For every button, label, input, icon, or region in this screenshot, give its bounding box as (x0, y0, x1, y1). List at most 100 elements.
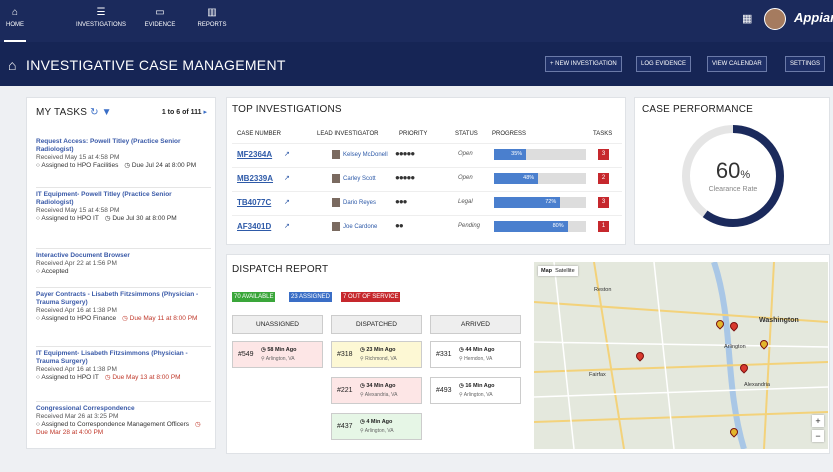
elapsed-time-text: 23 Min Ago (366, 347, 396, 353)
task-item[interactable]: Interactive Document Browser Received Apr… (36, 252, 211, 276)
nav-reports[interactable]: ▥ REPORTS (192, 0, 232, 42)
case-number-link[interactable]: MB2339A (237, 174, 273, 183)
task-assigned-text: Assigned to HPO IT (41, 215, 99, 222)
map-label: Reston (594, 287, 612, 293)
task-assigned: ○ Assigned to HPO IT (36, 215, 99, 222)
status-text: Pending (458, 223, 481, 229)
lead-investigator[interactable]: Joe Cardone (332, 222, 377, 231)
dispatch-tile[interactable]: #493 ◷ 16 Min Ago ⚲ Arlington, VA (430, 377, 521, 404)
next-page-icon[interactable]: ▸ (203, 109, 207, 116)
lead-investigator[interactable]: Kelsey McDonell (332, 150, 388, 159)
task-count-badge[interactable]: 3 (598, 149, 609, 160)
task-divider (36, 187, 211, 188)
task-count-badge[interactable]: 3 (598, 197, 609, 208)
dispatch-tile[interactable]: #549 ◷ 58 Min Ago ⚲ Arlington, VA (232, 341, 323, 368)
location-text: Arlington, VA (364, 428, 394, 434)
dispatch-tile[interactable]: #221 ◷ 34 Min Ago ⚲ Alexandria, VA (331, 377, 422, 404)
task-item[interactable]: Congressional Correspondence Received Mar… (36, 405, 211, 437)
location-text: Herndon, VA (464, 356, 493, 362)
refresh-icon[interactable]: ↻ (90, 107, 99, 118)
task-received: Received Apr 16 at 1:38 PM (36, 307, 117, 314)
external-link-icon[interactable]: ↗ (284, 174, 290, 182)
task-item[interactable]: IT Equipment- Lisabeth Fitzsimmons (Phys… (36, 350, 211, 382)
task-title[interactable]: Congressional Correspondence (36, 405, 211, 413)
lead-investigator[interactable]: Carley Scott (332, 174, 376, 183)
table-row[interactable]: MF2364A ↗ Kelsey McDonell ●●●●● Open 35% 3 (232, 143, 622, 165)
nav-home[interactable]: ⌂ HOME (4, 0, 26, 42)
task-received: Received May 15 at 4:58 PM (36, 207, 120, 214)
settings-button[interactable]: SETTINGS (785, 56, 826, 72)
lead-name: Joe Cardone (343, 224, 378, 231)
app-title: INVESTIGATIVE CASE MANAGEMENT (26, 57, 286, 73)
task-assigned: ○ Assigned to HPO Facilities (36, 162, 118, 169)
task-title[interactable]: IT Equipment- Lisabeth Fitzsimmons (Phys… (36, 350, 211, 366)
task-due-text: Due May 11 at 8:00 PM (129, 315, 198, 322)
external-link-icon[interactable]: ↗ (284, 198, 290, 206)
column-header: CASE NUMBER (237, 131, 282, 137)
nav-investigations[interactable]: ☰ INVESTIGATIONS (68, 0, 134, 42)
task-due-text: Due Mar 28 at 4:00 PM (36, 429, 104, 436)
task-received: Received Apr 22 at 1:56 PM (36, 260, 117, 267)
satellite-tab[interactable]: Satellite (555, 268, 575, 274)
task-count-badge[interactable]: 2 (598, 173, 609, 184)
location: ⚲ Herndon, VA (459, 356, 492, 362)
elapsed-time: ◷ 23 Min Ago (360, 347, 395, 353)
status-badge: 7 OUT OF SERVICE (341, 292, 401, 302)
dispatch-tile[interactable]: #331 ◷ 44 Min Ago ⚲ Herndon, VA (430, 341, 521, 368)
zoom-out-button[interactable]: − (812, 430, 824, 442)
task-assigned: ○ Accepted (36, 268, 68, 275)
clock-icon: ◷ (122, 315, 130, 322)
nav-evidence[interactable]: ▭ EVIDENCE (140, 0, 180, 42)
external-link-icon[interactable]: ↗ (284, 150, 290, 158)
location: ⚲ Richmond, VA (360, 356, 397, 362)
task-item[interactable]: IT Equipment- Powell Titley (Practice Se… (36, 191, 211, 223)
case-number-link[interactable]: TB4077C (237, 198, 271, 207)
dispatch-report-card: DISPATCH REPORT 70 AVAILABLE 23 ASSIGNED 7… (226, 254, 830, 454)
dispatch-tile[interactable]: #437 ◷ 4 Min Ago ⚲ Arlington, VA (331, 413, 422, 440)
map-label: Washington (759, 317, 799, 324)
progress-fill: 72% (494, 197, 561, 208)
dispatch-map[interactable]: Map Satellite Washington Arlington Alexa… (534, 262, 828, 449)
user-avatar[interactable] (764, 8, 786, 30)
location: ⚲ Alexandria, VA (360, 392, 397, 398)
map-tab[interactable]: Map (541, 268, 552, 274)
column-header: ARRIVED (430, 315, 521, 334)
dispatch-tile[interactable]: #318 ◷ 23 Min Ago ⚲ Richmond, VA (331, 341, 422, 368)
external-link-icon[interactable]: ↗ (284, 222, 290, 230)
gauge-caption: Clearance Rate (708, 186, 758, 193)
task-assigned-text: Accepted (41, 268, 69, 275)
task-title[interactable]: IT Equipment- Powell Titley (Practice Se… (36, 191, 211, 207)
map-type-toggle[interactable]: Map Satellite (538, 266, 578, 276)
lead-investigator[interactable]: Dario Reyes (332, 198, 376, 207)
status-text: Legal (458, 199, 473, 205)
my-tasks-title: MY TASKS ↻ ▼ (36, 107, 112, 118)
task-divider (36, 346, 211, 347)
investigator-avatar (332, 222, 340, 231)
task-title[interactable]: Request Access: Powell Titley (Practice … (36, 138, 211, 154)
location-text: Richmond, VA (365, 356, 397, 362)
task-item[interactable]: Payer Contracts - Lisabeth Fitzsimmons (… (36, 291, 211, 323)
table-row[interactable]: TB4077C ↗ Dario Reyes ●●● Legal 72% 3 (232, 191, 622, 213)
log-evidence-button[interactable]: LOG EVIDENCE (636, 56, 692, 72)
building-icon: ⌂ (8, 57, 17, 73)
view-calendar-button[interactable]: VIEW CALENDAR (707, 56, 767, 72)
task-item[interactable]: Request Access: Powell Titley (Practice … (36, 138, 211, 170)
column-header: PROGRESS (492, 131, 527, 137)
lead-name: Kelsey McDonell (343, 152, 388, 159)
nav-label: EVIDENCE (144, 22, 176, 28)
table-row[interactable]: AF3401D ↗ Joe Cardone ●● Pending 80% 1 (232, 215, 622, 237)
case-number-link[interactable]: AF3401D (237, 222, 271, 231)
task-count-badge[interactable]: 1 (598, 221, 609, 232)
case-number-link[interactable]: MF2364A (237, 150, 272, 159)
map-roads (534, 262, 828, 449)
filter-icon[interactable]: ▼ (102, 107, 112, 118)
table-row[interactable]: MB2339A ↗ Carley Scott ●●●●● Open 48% 2 (232, 167, 622, 189)
unit-number: #318 (337, 351, 353, 358)
apps-grid-icon[interactable]: ▦ (742, 12, 752, 25)
zoom-in-button[interactable]: + (812, 415, 824, 427)
task-due: ◷ Due Jul 24 at 8:00 PM (124, 162, 196, 169)
new-investigation-button[interactable]: + NEW INVESTIGATION (545, 56, 622, 72)
task-title[interactable]: Payer Contracts - Lisabeth Fitzsimmons (… (36, 291, 211, 307)
gauge-value-text: 60 (715, 158, 741, 183)
task-title[interactable]: Interactive Document Browser (36, 252, 211, 260)
